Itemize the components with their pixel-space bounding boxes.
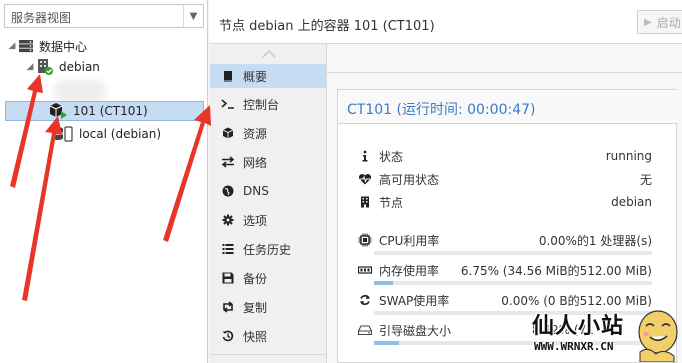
collapse-icon[interactable]: ◢: [6, 41, 18, 51]
play-icon: ▶: [644, 16, 652, 28]
cpu-value: 0.00%的1 处理器(s): [538, 233, 652, 248]
nav-item-task-history[interactable]: 任务历史: [210, 237, 326, 261]
nav-label-task-history: 任务历史: [243, 242, 292, 257]
node-row: 节点 debian: [358, 192, 652, 212]
refresh-icon: [358, 294, 372, 306]
heartbeat-icon: [358, 173, 372, 185]
nav-item-snapshots[interactable]: 快照: [210, 324, 326, 348]
tree-node-datacenter[interactable]: ◢ 数据中心: [6, 36, 87, 56]
nav-label-resources: 资源: [243, 126, 268, 141]
tree-label-debian: debian: [59, 60, 100, 74]
terminal-icon: [220, 98, 236, 110]
content-header: 节点 debian 上的容器 101 (CT101) ▶ 启动: [209, 0, 682, 44]
nav-label-snapshots: 快照: [243, 329, 268, 344]
nav-item-network[interactable]: 网络: [210, 150, 326, 174]
server-view-select[interactable]: 服务器视图 ▼: [4, 4, 204, 28]
nav-item-dns[interactable]: DNS: [210, 179, 326, 203]
nav-item-options[interactable]: 选项: [210, 208, 326, 232]
status-panel-header: CT101 (运行时间: 00:00:47): [338, 90, 678, 124]
memory-usage-fill: [374, 281, 393, 285]
storage-icon: [52, 126, 74, 142]
ha-state-label: 高可用状态: [379, 172, 440, 187]
tree-node-container[interactable]: 101 (CT101): [5, 101, 204, 121]
start-button-label: 启动: [656, 15, 681, 30]
nav-label-summary: 概要: [243, 69, 268, 84]
scroll-up-icon[interactable]: [210, 44, 327, 64]
nav-item-backup[interactable]: 备份: [210, 266, 326, 290]
history-icon: [220, 330, 236, 342]
gear-icon: [220, 214, 236, 226]
list-icon: [220, 243, 236, 255]
watermark-title: 仙人小站: [532, 314, 625, 339]
building-icon: [358, 196, 372, 208]
node-label: 节点: [379, 195, 404, 210]
nav-label-options: 选项: [243, 213, 268, 228]
container-nav-menu: 概要 控制台 资源 网络 DNS 选项 任务历史 备份 复制 快照: [210, 44, 327, 363]
memory-row: 内存使用率 6.75% (34.56 MiB的512.00 MiB): [358, 260, 652, 280]
nav-item-resources[interactable]: 资源: [210, 121, 326, 145]
bootdisk-usage-fill: [374, 341, 399, 345]
nav-label-dns: DNS: [243, 184, 269, 198]
nav-item-summary[interactable]: 概要: [210, 64, 326, 88]
memory-label: 内存使用率: [379, 263, 440, 278]
page-title: 节点 debian 上的容器 101 (CT101): [219, 19, 435, 34]
toolbar-divider: [327, 72, 682, 73]
ha-state-value: 无: [639, 172, 652, 187]
memory-icon: [358, 265, 372, 275]
nav-label-replication: 复制: [243, 300, 268, 315]
hdd-icon: [358, 325, 372, 335]
cpu-usage-bar: [374, 251, 652, 255]
status-value: running: [605, 149, 652, 163]
exchange-icon: [220, 156, 236, 168]
start-button[interactable]: ▶ 启动: [637, 10, 682, 34]
cpu-icon: [358, 233, 372, 247]
tree-label-datacenter: 数据中心: [39, 39, 88, 54]
tree-label-storage: local (debian): [79, 127, 162, 141]
nav-divider: [210, 354, 326, 355]
retweet-icon: [220, 301, 236, 313]
cpu-row: CPU利用率 0.00%的1 处理器(s): [358, 230, 652, 250]
nav-item-replication[interactable]: 复制: [210, 295, 326, 319]
bootdisk-label: 引导磁盘大小: [379, 323, 452, 338]
tree-node-storage[interactable]: local (debian): [52, 124, 161, 144]
resource-tree-panel: 服务器视图 ▼ ◢ 数据中心 ◢ debian 101 (CT101) loca…: [0, 0, 208, 363]
cpu-label: CPU利用率: [379, 233, 440, 248]
globe-icon: [220, 185, 236, 197]
nav-label-backup: 备份: [243, 271, 268, 286]
tree-label-container: 101 (CT101): [73, 104, 148, 118]
watermark-logo: 仙人小站 WWW.WRNXR.CN: [532, 306, 682, 363]
server-stack-icon: [18, 39, 34, 53]
status-label: 状态: [379, 149, 404, 164]
floppy-icon: [220, 272, 236, 284]
watermark-url: WWW.WRNXR.CN: [534, 340, 614, 353]
chevron-down-icon[interactable]: ▼: [183, 5, 203, 27]
container-running-icon: [48, 102, 68, 120]
swap-label: SWAP使用率: [379, 293, 450, 308]
ha-state-row: 高可用状态 无: [358, 169, 652, 189]
nav-label-console: 控制台: [243, 97, 280, 112]
blurred-region: [54, 80, 106, 102]
node-building-icon: [36, 58, 54, 76]
collapse-icon[interactable]: ◢: [24, 62, 36, 72]
book-icon: [220, 70, 236, 82]
nav-item-console[interactable]: 控制台: [210, 92, 326, 116]
memory-value: 6.75% (34.56 MiB的512.00 MiB): [460, 263, 652, 278]
server-view-value: 服务器视图: [11, 11, 72, 25]
mascot-face-icon: [638, 310, 678, 362]
nav-label-network: 网络: [243, 155, 268, 170]
tree-node-debian[interactable]: ◢ debian: [24, 57, 100, 77]
node-value: debian: [611, 195, 652, 209]
status-panel-title: CT101 (运行时间: 00:00:47): [347, 102, 536, 118]
status-row: 状态 running: [358, 146, 652, 166]
info-icon: [358, 150, 372, 162]
cube-icon: [220, 127, 236, 139]
memory-usage-bar: [374, 281, 652, 285]
